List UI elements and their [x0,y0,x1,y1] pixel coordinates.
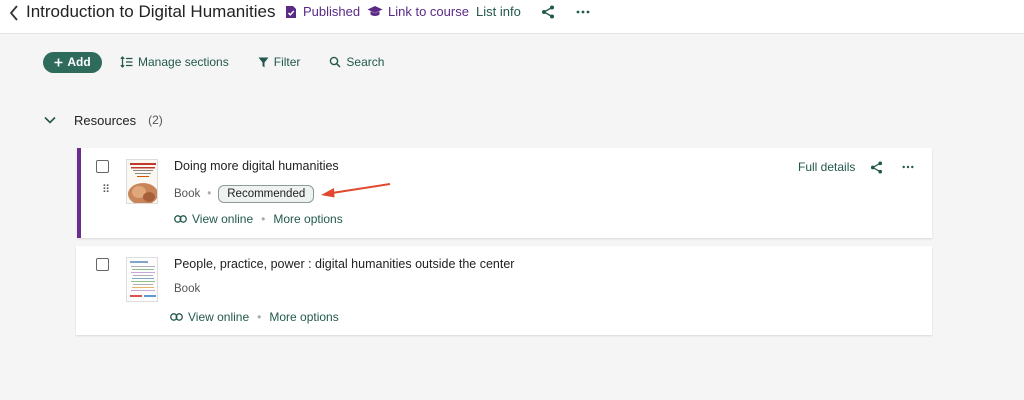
link-icon [170,313,183,321]
item-type: Book [174,283,201,295]
link-separator: • [261,212,266,226]
filter-label: Filter [273,55,301,69]
item-meta: Book [174,283,200,295]
recommended-tag[interactable]: Recommended [218,185,315,203]
select-item-checkbox[interactable] [96,160,109,173]
manage-sections-label: Manage sections [138,55,229,69]
full-details-link[interactable]: Full details [798,160,855,174]
list-info-button[interactable]: List info [476,4,521,19]
select-item-checkbox[interactable] [96,258,109,271]
published-document-icon [286,5,296,18]
graduation-cap-icon [367,6,383,16]
sort-sections-icon [120,56,133,68]
list-info-label: List info [476,4,521,19]
more-options-link[interactable]: More options [269,310,338,324]
search-button[interactable]: Search [329,55,384,69]
meta-separator: • [207,188,212,200]
more-actions-icon[interactable] [573,3,593,21]
search-icon [330,56,341,68]
view-online-link[interactable]: View online [192,212,253,226]
back-chevron-icon[interactable] [6,3,22,23]
more-options-link[interactable]: More options [273,212,342,226]
section-count: (2) [148,113,163,127]
item-title[interactable]: Doing more digital humanities [174,159,339,173]
list-toolbar: Add Manage sections Filter Search [43,51,384,73]
drag-handle-icon[interactable]: ⠿ [102,185,110,196]
filter-button[interactable]: Filter [258,55,301,69]
item-links: View online • More options [170,310,339,324]
list-header: Introduction to Digital Humanities Publi… [0,0,1024,34]
view-online-link[interactable]: View online [188,310,249,324]
add-button[interactable]: Add [43,51,102,73]
filter-icon [258,57,269,67]
share-icon[interactable] [868,159,884,175]
section-header: Resources (2) [44,110,163,130]
share-icon[interactable] [538,3,558,21]
item-more-actions-icon[interactable] [900,159,916,175]
page-title: Introduction to Digital Humanities [26,2,276,21]
book-cover-thumbnail [126,159,158,204]
manage-sections-button[interactable]: Manage sections [120,55,229,69]
link-icon [174,215,187,223]
add-label: Add [67,55,91,69]
book-cover-thumbnail [126,257,158,302]
item-title[interactable]: People, practice, power : digital humani… [174,257,514,271]
item-type: Book [174,188,201,200]
search-label: Search [346,55,385,69]
collapse-chevron-icon[interactable] [44,116,56,124]
item-meta: Book • Recommended [174,185,315,203]
section-title: Resources [74,112,137,128]
plus-icon [54,58,63,66]
published-label: Published [303,4,361,19]
resource-item-card[interactable]: ⠿ Doing more digital humanities Book • R… [77,148,932,238]
link-separator: • [257,310,262,324]
resource-item-card[interactable]: People, practice, power : digital humani… [76,246,932,335]
published-status[interactable]: Published [284,4,360,19]
link-to-course-button[interactable]: Link to course [367,4,469,19]
item-links: View online • More options [174,212,343,226]
link-to-course-label: Link to course [388,4,469,19]
annotation-arrow [321,183,391,198]
